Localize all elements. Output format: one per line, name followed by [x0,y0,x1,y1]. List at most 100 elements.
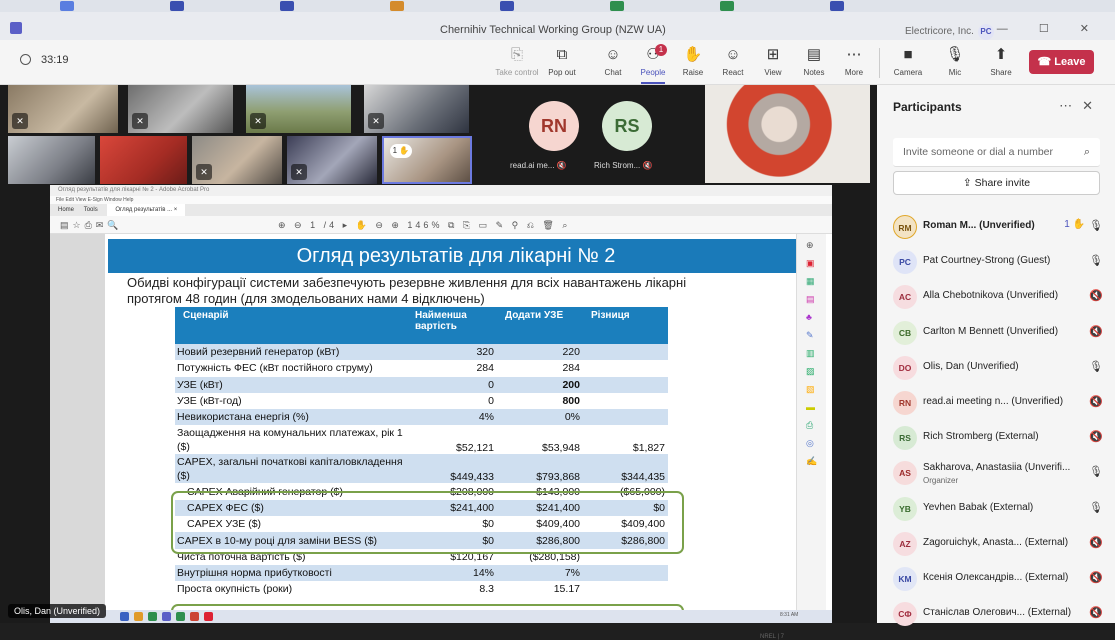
redact-icon[interactable]: ▧ [806,384,815,395]
raise-hand-button[interactable]: ✋ Raise [673,46,713,77]
participant-row[interactable]: RS Rich Stromberg (External) 🔇 [891,423,1111,453]
cell-add-bess: 200 [497,376,583,393]
tab-icon[interactable] [170,1,184,11]
tab-tools[interactable]: Tools [84,207,98,213]
video-tile[interactable]: ✕ [192,136,282,184]
edit-icon[interactable]: ▤ [806,294,815,305]
people-button[interactable]: ⚇ 1 People [633,44,673,84]
more-tools-icon[interactable]: ✍ [806,456,817,467]
window-controls[interactable]: — ☐ ✕ [997,22,1103,35]
tab-icon[interactable] [390,1,404,11]
close-icon[interactable]: ✕ [1082,98,1103,113]
avatar-tile[interactable]: RS [602,101,652,151]
cell-lowest-cost: 14% [407,564,497,582]
pdf-nav-tools[interactable]: ⊕ ⊖ 1 /4 ▸ ✋ ⊖ ⊕ 146% ⧉ ⎘ ▭ ✎ ⚲ ⎌ 🗑 ⌕ [278,216,570,234]
panel-controls[interactable]: ⋯✕ [1059,98,1103,114]
tab-icon[interactable] [830,1,844,11]
participant-name: Roman M... (Unverified) [923,220,1035,231]
more-icon[interactable]: ⋯ [1059,98,1082,113]
view-button[interactable]: ⊞ View [753,46,793,77]
table-header-row: Сценарій Найменша вартість Додати УЗЕ Рі… [175,307,668,344]
cell-difference: $1,827 [632,442,665,455]
taskbar-app-icon[interactable] [134,612,143,621]
tab-icon[interactable] [720,1,734,11]
cell-difference [583,376,668,393]
row-label: УЗЕ (кВт) [175,376,407,393]
take-control-button[interactable]: ⎘ Take control [494,46,540,77]
notes-button[interactable]: ▤ Notes [794,46,834,77]
tab-icon[interactable] [280,1,294,11]
video-tile[interactable]: ✕ [8,85,118,133]
leave-button[interactable]: ☎ Leave [1029,50,1094,74]
table-row: CAPEX, загальні початкові капіталовкладе… [175,454,668,484]
participant-row[interactable]: AC Alla Chebotnikova (Unverified) 🔇 [891,282,1111,312]
participant-row[interactable]: PC Pat Courtney-Strong (Guest) 🎙 [891,247,1111,277]
video-tile[interactable] [705,85,870,183]
protect-icon[interactable]: ◎ [806,438,814,449]
tab-document[interactable]: Огляд результатів ... × [107,204,186,216]
cell-lowest-cost: 8.3 [479,583,494,596]
pop-out-button[interactable]: ⧉ Pop out [542,46,582,77]
print-icon[interactable]: ⎙ [806,420,813,431]
highlight-frame [171,491,684,554]
taskbar-app-icon[interactable] [148,612,157,621]
participant-row[interactable]: YB Yevhen Babak (External) 🎙 [891,494,1111,524]
share-label: Share [990,68,1012,77]
pdf-file-tools[interactable]: ▤☆⎙✉🔍 [60,216,123,234]
avatar-tile[interactable]: RN [529,101,579,151]
share-invite-button[interactable]: ⇪ Share invite [893,171,1100,195]
scan-icon[interactable]: ▨ [806,366,815,377]
sign-icon[interactable]: ✎ [806,330,814,341]
notes-icon: ▤ [806,46,822,63]
chat-button[interactable]: ☺ Chat [593,46,633,77]
video-tile[interactable] [8,136,95,184]
stamp-icon[interactable]: ▬ [806,402,815,412]
zoom-icon[interactable]: ⊕ [806,240,814,251]
tab-icon[interactable] [60,1,74,11]
tab-home[interactable]: Home [58,207,74,213]
avatar: YB [893,496,917,521]
participant-name: Sakharova, Anastasiia (Unverifi... [923,462,1071,474]
participant-row[interactable]: AZ Zagoruichyk, Anasta... (External) 🔇 [891,529,1111,559]
participant-row[interactable]: DO Olis, Dan (Unverified) 🎙 [891,353,1111,383]
participant-row[interactable]: RM Roman M... (Unverified) 1 ✋ 🎙 [891,212,1111,242]
video-tile[interactable] [100,136,187,184]
video-tile[interactable]: ✕ [246,85,351,133]
more-button[interactable]: ⋯ More [834,46,874,77]
video-tile[interactable]: ✕ [287,136,377,184]
taskbar-app-icon[interactable] [120,612,129,621]
video-tile-active[interactable]: 1 ✋ [382,136,472,184]
zoom-level: 146% [407,220,443,230]
participant-row[interactable]: RN read.ai meeting n... (Unverified) 🔇 [891,388,1111,418]
share-button[interactable]: ⬆ Share [981,46,1021,77]
invite-input[interactable]: Invite someone or dial a number ⌕ [893,138,1100,167]
video-tile[interactable]: ✕ [364,85,469,133]
pdf-icon[interactable]: ▣ [806,258,815,269]
avatar: KM [893,567,917,591]
cell-difference [583,581,668,597]
org-name[interactable]: Electricore, Inc. PC [905,24,994,40]
taskbar-app-icon[interactable] [204,612,213,621]
comment-icon[interactable]: ▦ [806,276,815,287]
participant-row[interactable]: AS Sakharova, Anastasiia (Unverifi... Orga… [891,458,1111,488]
user-avatar[interactable]: PC [977,24,994,40]
video-tile[interactable]: ✕ [128,85,233,133]
cell-add-bess: 220 [497,344,583,361]
tab-icon[interactable] [610,1,624,11]
taskbar-app-icon[interactable] [162,612,171,621]
notes-label: Notes [803,68,825,77]
taskbar-app-icon[interactable] [176,612,185,621]
mic-button[interactable]: 🎙 Mic [935,46,975,77]
organize-icon[interactable]: ▥ [806,348,815,359]
avatar: AZ [893,531,917,556]
participant-row[interactable]: KM Ксенія Олександрів... (External) 🔇 [891,564,1111,594]
export-icon[interactable]: ♣ [806,312,812,322]
avatar: RM [893,215,917,239]
tab-icon[interactable] [500,1,514,11]
camera-button[interactable]: ■ Camera [888,46,928,77]
taskbar-app-icon[interactable] [190,612,199,621]
react-button[interactable]: ☺ React [713,46,753,77]
participant-row[interactable]: CB Carlton M Bennett (Unverified) 🔇 [891,318,1111,348]
participant-row[interactable]: СФ Станіслав Олегович... (External) 🔇 [891,599,1111,629]
mic-icon: 🎙 [1089,255,1103,268]
